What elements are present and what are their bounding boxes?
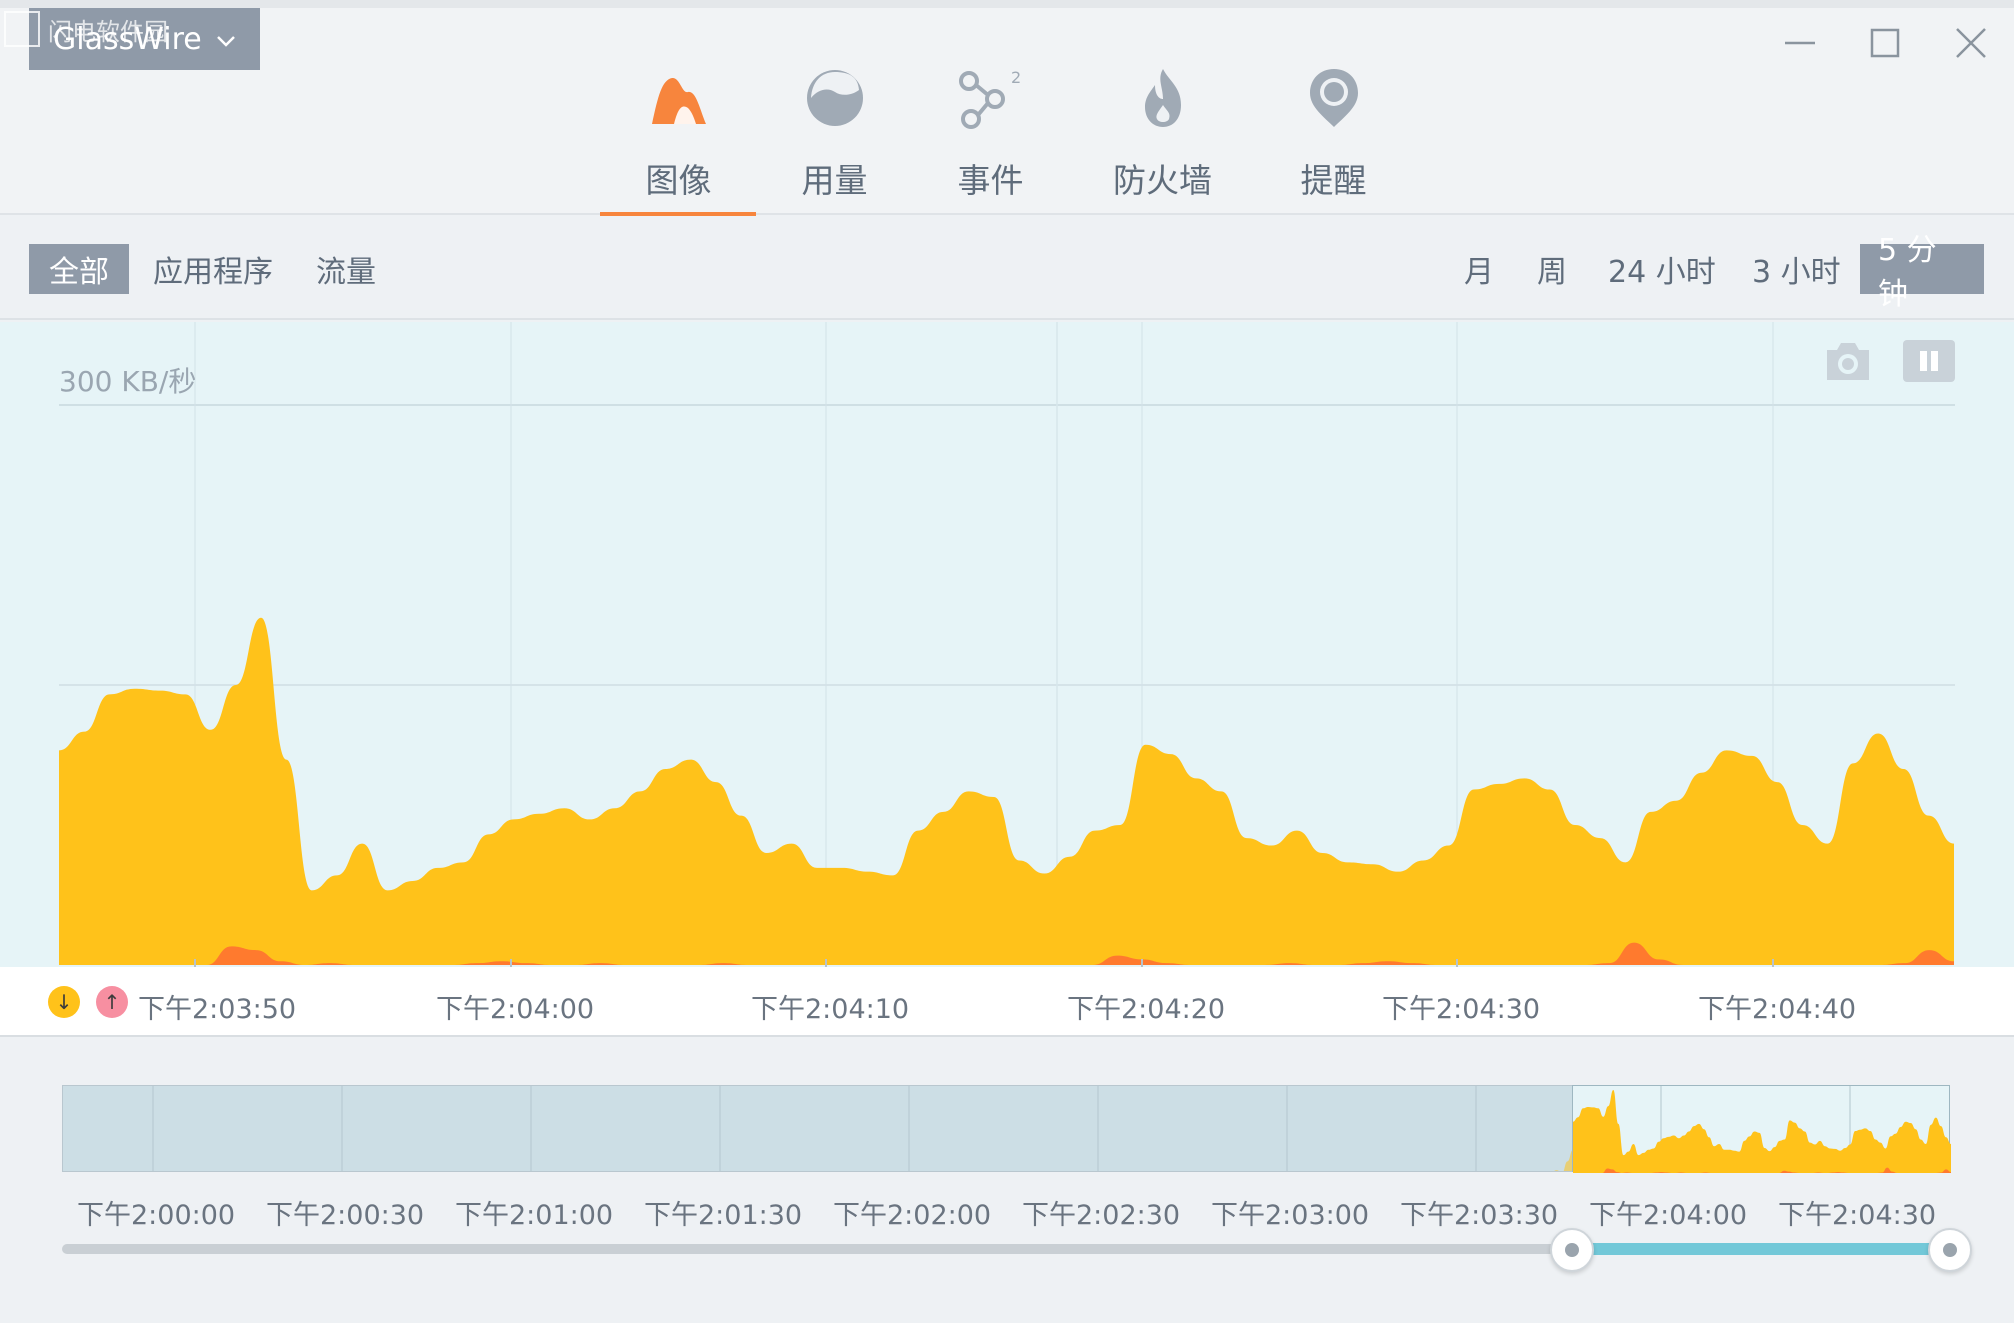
pause-icon[interactable]	[1903, 340, 1955, 382]
tab-graph[interactable]: 图像	[601, 62, 756, 215]
graph-icon	[639, 62, 719, 134]
overview-selection[interactable]	[1572, 1085, 1951, 1173]
close-icon[interactable]	[1948, 20, 1994, 66]
timeline-slider-range[interactable]	[1572, 1243, 1950, 1255]
time-label: 下午2:04:30	[1382, 994, 1541, 1025]
tab-usage-label: 用量	[801, 161, 868, 200]
watermark-text: 闪电软件园	[48, 17, 168, 46]
tab-events-label: 事件	[957, 161, 1024, 200]
overview-time-label: 下午2:00:00	[77, 1200, 236, 1231]
time-label: 下午2:03:50	[138, 994, 297, 1025]
time-label: 下午2:04:20	[1067, 994, 1226, 1025]
range-24h-button[interactable]: 24 小时	[1590, 244, 1734, 294]
events-badge: 2	[1011, 68, 1021, 87]
overview-time-label: 下午2:04:30	[1778, 1200, 1937, 1231]
minimize-icon[interactable]	[1777, 20, 1823, 66]
overview-time-label: 下午2:03:30	[1400, 1200, 1559, 1231]
usage-icon	[795, 62, 875, 134]
filter-bar: 全部 应用程序 流量 月 周 24 小时 3 小时 5 分钟	[0, 217, 2014, 320]
overview-time-label: 下午2:02:00	[833, 1200, 992, 1231]
time-label: 下午2:04:10	[751, 994, 910, 1025]
tab-firewall[interactable]: 防火墙	[1085, 62, 1240, 215]
traffic-graph[interactable]: 300 KB/秒	[0, 322, 2014, 967]
tab-graph-label: 图像	[645, 161, 712, 200]
tab-alerts-label: 提醒	[1300, 161, 1367, 200]
tab-alerts[interactable]: 提醒	[1256, 62, 1411, 215]
filter-all-button[interactable]: 全部	[29, 244, 129, 294]
overview-time-label: 下午2:01:30	[644, 1200, 803, 1231]
filter-apps-button[interactable]: 应用程序	[135, 244, 291, 294]
range-5min-button[interactable]: 5 分钟	[1860, 233, 1984, 312]
time-label: 下午2:04:40	[1698, 994, 1857, 1025]
traffic-graph-svg	[59, 322, 1955, 967]
overview-selection-svg	[1573, 1086, 1951, 1173]
range-3h-button[interactable]: 3 小时	[1734, 244, 1859, 294]
chevron-down-icon	[216, 29, 236, 54]
overview-time-label: 下午2:03:00	[1211, 1200, 1370, 1231]
location-pin-icon	[1294, 62, 1374, 134]
active-tab-indicator	[600, 212, 756, 216]
overview-pre-selection-area	[1554, 1149, 1573, 1171]
fire-icon	[1123, 62, 1203, 134]
download-legend-icon[interactable]: ↓	[48, 986, 80, 1018]
overview-time-label: 下午2:02:30	[1022, 1200, 1181, 1231]
range-month-button[interactable]: 月	[1446, 244, 1512, 294]
top-strip	[0, 0, 2014, 8]
overview-time-label: 下午2:01:00	[455, 1200, 614, 1231]
tab-firewall-label: 防火墙	[1113, 161, 1212, 200]
upload-legend-icon[interactable]: ↑	[96, 986, 128, 1018]
range-week-button[interactable]: 周	[1519, 244, 1585, 294]
top-header: GlassWire 闪电软件园 图像 用量 2 事件 防火墙 提醒	[0, 0, 2014, 216]
timeline-slider-track[interactable]	[62, 1244, 1572, 1254]
camera-icon[interactable]	[1823, 340, 1873, 382]
time-label: 下午2:04:00	[436, 994, 595, 1025]
watermark: 闪电软件园	[4, 8, 168, 50]
y-axis-label: 300 KB/秒	[59, 365, 197, 398]
overview-time-label: 下午2:00:30	[266, 1200, 425, 1231]
app-window: GlassWire 闪电软件园 图像 用量 2 事件 防火墙 提醒 全部 应用程…	[0, 0, 2014, 1323]
slider-left-handle[interactable]	[1550, 1228, 1594, 1272]
events-icon: 2	[951, 62, 1031, 134]
overview-time-label: 下午2:04:00	[1589, 1200, 1748, 1231]
watermark-logo-icon	[4, 11, 40, 47]
overview-timeline: 下午2:00:00 下午2:00:30 下午2:01:00 下午2:01:30 …	[0, 1037, 2014, 1323]
time-axis: ↓ ↑ 下午2:03:50 下午2:04:00 下午2:04:10 下午2:04…	[0, 967, 2014, 1037]
download-area	[59, 617, 1954, 965]
tab-usage[interactable]: 用量	[757, 62, 912, 215]
overview-download-area	[1573, 1090, 1951, 1173]
tab-events[interactable]: 2 事件	[913, 62, 1068, 215]
maximize-icon[interactable]	[1862, 20, 1908, 66]
slider-right-handle[interactable]	[1928, 1228, 1972, 1272]
filter-traffic-button[interactable]: 流量	[298, 244, 394, 294]
